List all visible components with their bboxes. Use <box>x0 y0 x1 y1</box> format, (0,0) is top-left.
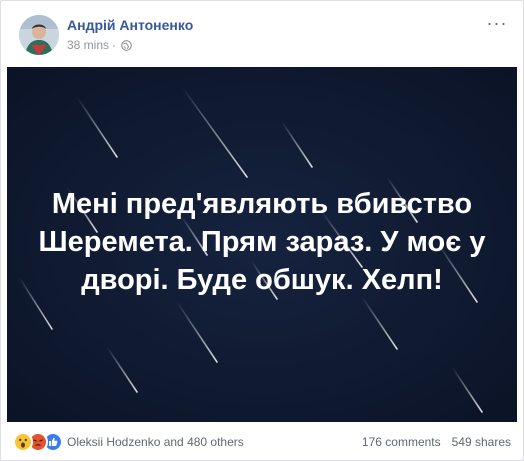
meta-separator: · <box>112 38 117 52</box>
image-caption: Мені пред'являють вбивство Шеремета. Пря… <box>38 188 486 296</box>
post-image[interactable]: Мені пред'являють вбивство Шеремета. Пря… <box>7 67 517 422</box>
post-meta: 38 mins · <box>67 38 132 52</box>
more-options-dots: ··· <box>486 13 508 33</box>
globe-icon[interactable] <box>121 39 132 51</box>
post-header: Андрій Антоненко 38 mins · ··· <box>13 11 511 55</box>
post-card: Андрій Антоненко 38 mins · ··· Мені пред… <box>0 0 524 461</box>
more-options-icon[interactable]: ··· <box>487 13 507 33</box>
post-footer: Oleksii Hodzenko and 480 others 176 comm… <box>13 430 511 454</box>
reaction-icons[interactable] <box>13 432 63 452</box>
reacted-by-text[interactable]: Oleksii Hodzenko and 480 others <box>67 435 244 449</box>
post-time[interactable]: 38 mins <box>67 38 109 52</box>
comments-count[interactable]: 176 comments <box>362 435 441 449</box>
author-avatar[interactable] <box>19 15 59 55</box>
engagement-stats: 176 comments 549 shares <box>362 435 511 449</box>
shares-count[interactable]: 549 shares <box>452 435 511 449</box>
author-name[interactable]: Андрій Антоненко <box>67 17 193 33</box>
wow-reaction-icon <box>13 432 33 452</box>
